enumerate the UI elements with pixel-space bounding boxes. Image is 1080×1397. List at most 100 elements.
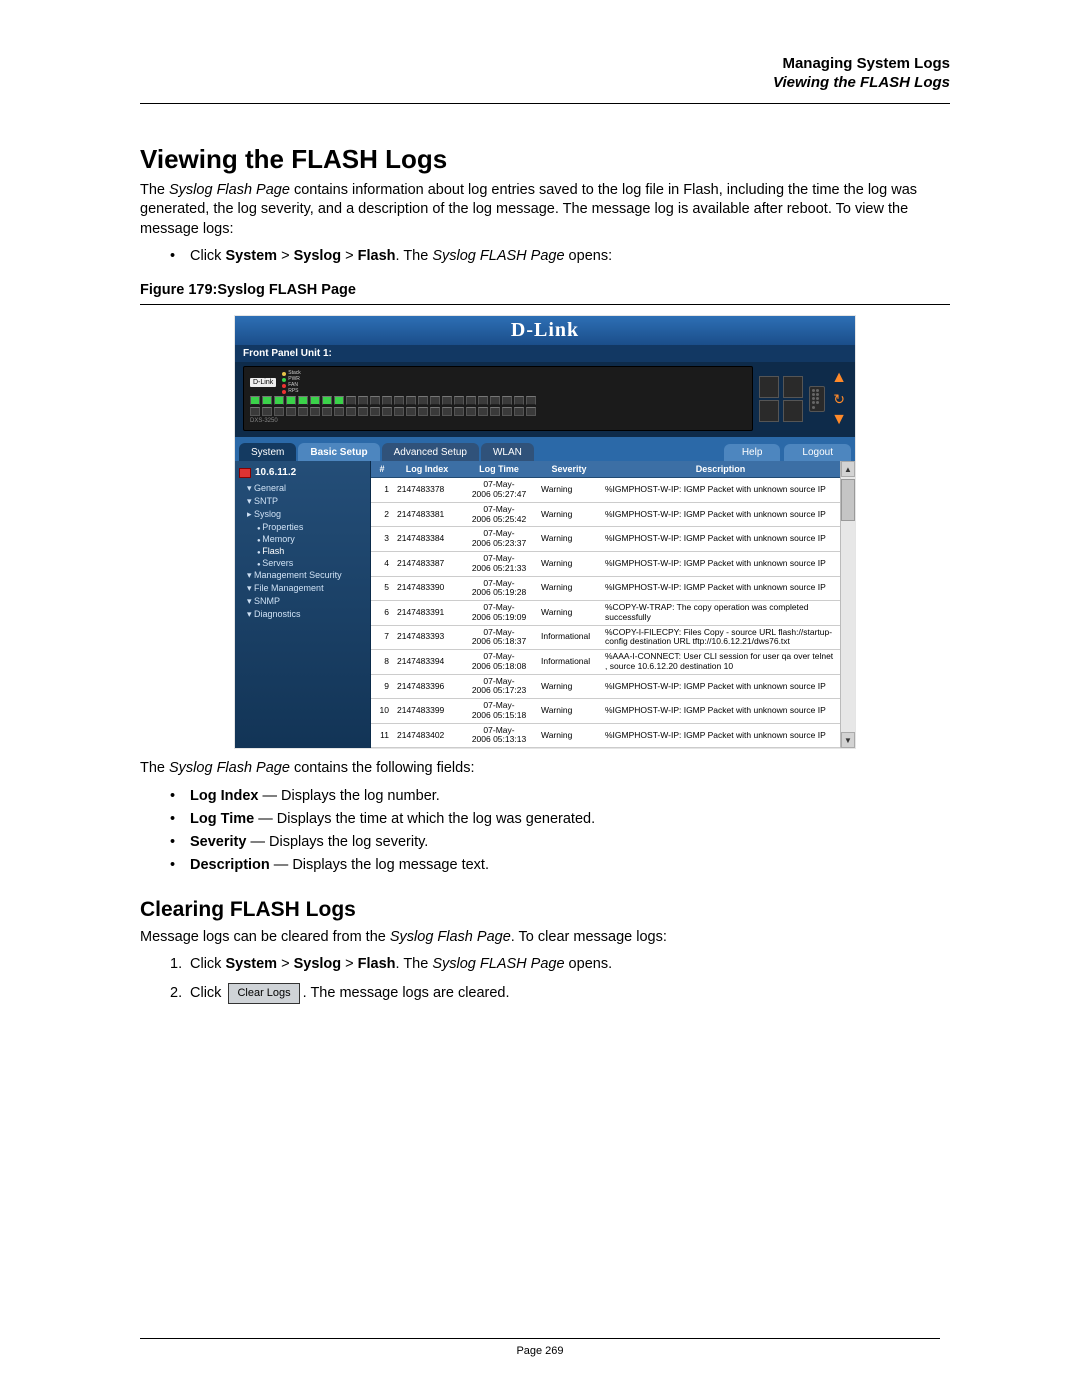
tree-memory[interactable]: Memory (257, 533, 366, 545)
tab-advanced-setup[interactable]: Advanced Setup (382, 443, 479, 461)
ethernet-port (334, 396, 344, 405)
page-number: Page 269 (140, 1345, 940, 1357)
tree-syslog[interactable]: Syslog (247, 508, 366, 521)
ethernet-port (514, 396, 524, 405)
t: opens. (565, 956, 613, 972)
ethernet-port (298, 407, 308, 416)
tree-flash[interactable]: Flash (257, 545, 366, 557)
clearing-intro: Message logs can be cleared from the Sys… (140, 928, 950, 948)
field-definition: • Log Time — Displays the time at which t… (170, 808, 950, 831)
status-leds: Stack PWR FAN RPS (282, 371, 301, 394)
field-name: Log Index (190, 788, 258, 804)
tree-diagnostics[interactable]: Diagnostics (247, 608, 366, 621)
panel-nav-arrows[interactable]: ▲ ↻ ▼ (831, 370, 847, 428)
ethernet-port (322, 407, 332, 416)
t: Syslog Flash Page (169, 760, 290, 776)
cell-description: %IGMPHOST-W-IP: IGMP Packet with unknown… (601, 551, 840, 576)
t: . The (396, 248, 433, 264)
bullet-dot: • (170, 785, 180, 808)
field-definition: •Severity — Displays the log severity. (170, 831, 950, 854)
device-model: DXS-3250 (250, 418, 746, 424)
cell-severity: Warning (537, 601, 601, 626)
tree-general[interactable]: General (247, 482, 366, 495)
scroll-thumb[interactable] (841, 479, 855, 521)
t: Flash (358, 248, 396, 264)
tabs-bar: System Basic Setup Advanced Setup WLAN H… (235, 437, 855, 461)
t: Click (190, 985, 225, 1001)
tree-file-mgmt[interactable]: File Management (247, 582, 366, 595)
bullet-dot: • (170, 245, 180, 268)
device-plate: D-Link Stack PWR FAN RPS DXS-3250 (243, 366, 753, 431)
ethernet-port (358, 407, 368, 416)
arrow-refresh-icon[interactable]: ↻ (833, 392, 845, 406)
cell-log-index: 2147483393 (393, 625, 461, 650)
tree-properties[interactable]: Properties (257, 521, 366, 533)
th-description: Description (601, 461, 840, 478)
cell-severity: Warning (537, 478, 601, 503)
cell-severity: Warning (537, 699, 601, 724)
step-number-2: 2. (170, 982, 180, 1005)
cell-num: 5 (371, 576, 393, 601)
field-text: Log Time — Displays the time at which th… (190, 808, 595, 831)
ethernet-port (490, 396, 500, 405)
field-name: Severity (190, 834, 246, 850)
cell-log-time: 07-May-2006 05:27:47 (461, 478, 537, 503)
tree-servers[interactable]: Servers (257, 557, 366, 569)
header-section: Viewing the FLASH Logs (140, 74, 950, 93)
scroll-down-icon[interactable]: ▼ (841, 732, 855, 748)
ethernet-port (262, 407, 272, 416)
cell-log-time: 07-May-2006 05:23:37 (461, 527, 537, 552)
t: . The message logs are cleared. (303, 985, 510, 1001)
table-row: 10214748339907-May-2006 05:15:18Warning%… (371, 699, 840, 724)
tree-sntp[interactable]: SNTP (247, 495, 366, 508)
cell-log-time: 07-May-2006 05:15:18 (461, 699, 537, 724)
ethernet-port (262, 396, 272, 405)
scroll-up-icon[interactable]: ▲ (841, 461, 855, 477)
cell-log-time: 07-May-2006 05:25:42 (461, 502, 537, 527)
page-footer: Page 269 (140, 1338, 940, 1357)
th-log-time: Log Time (461, 461, 537, 478)
ethernet-port (346, 407, 356, 416)
syslog-flash-screenshot: D-Link Front Panel Unit 1: D-Link Stack … (234, 315, 856, 749)
ethernet-port (478, 396, 488, 405)
device-front-panel: D-Link Stack PWR FAN RPS DXS-3250 (235, 362, 855, 437)
t: Flash (358, 956, 396, 972)
field-definition: •Description — Displays the log message … (170, 854, 950, 877)
tab-wlan[interactable]: WLAN (481, 443, 534, 461)
sfp-port (759, 376, 779, 398)
bullet-dot: • (170, 808, 180, 831)
scroll-track[interactable] (841, 477, 855, 732)
nav-instruction-bullet: • Click System > Syslog > Flash. The Sys… (170, 245, 950, 268)
front-panel-label: Front Panel Unit 1: (235, 345, 855, 362)
step-number-1: 1. (170, 953, 180, 976)
th-severity: Severity (537, 461, 601, 478)
cell-num: 1 (371, 478, 393, 503)
tree-snmp[interactable]: SNMP (247, 595, 366, 608)
field-text: Log Index — Displays the log number. (190, 785, 440, 808)
ethernet-port (274, 396, 284, 405)
t: Message logs can be cleared from the (140, 929, 390, 945)
ports-row-top (250, 396, 746, 405)
tab-basic-setup[interactable]: Basic Setup (298, 443, 379, 461)
nav-instruction-text: Click System > Syslog > Flash. The Syslo… (190, 245, 612, 268)
clear-logs-button[interactable]: Clear Logs (228, 983, 299, 1005)
arrow-down-icon[interactable]: ▼ (831, 412, 847, 428)
logout-button[interactable]: Logout (784, 444, 851, 461)
arrow-up-icon[interactable]: ▲ (831, 370, 847, 386)
tree-root-ip[interactable]: 10.6.11.2 (239, 467, 366, 478)
cell-description: %IGMPHOST-W-IP: IGMP Packet with unknown… (601, 699, 840, 724)
ethernet-port (526, 396, 536, 405)
cell-severity: Warning (537, 502, 601, 527)
help-button[interactable]: Help (724, 444, 781, 461)
tree-mgmt-security[interactable]: Management Security (247, 569, 366, 582)
cell-description: %IGMPHOST-W-IP: IGMP Packet with unknown… (601, 576, 840, 601)
sfp-port (783, 400, 803, 422)
vertical-scrollbar[interactable]: ▲ ▼ (840, 461, 855, 748)
cell-num: 2 (371, 502, 393, 527)
th-log-index: Log Index (393, 461, 461, 478)
t: Syslog (294, 956, 342, 972)
cell-log-time: 07-May-2006 05:21:33 (461, 551, 537, 576)
cell-log-time: 07-May-2006 05:18:37 (461, 625, 537, 650)
t: Syslog FLASH Page (432, 956, 564, 972)
tab-system[interactable]: System (239, 443, 296, 461)
